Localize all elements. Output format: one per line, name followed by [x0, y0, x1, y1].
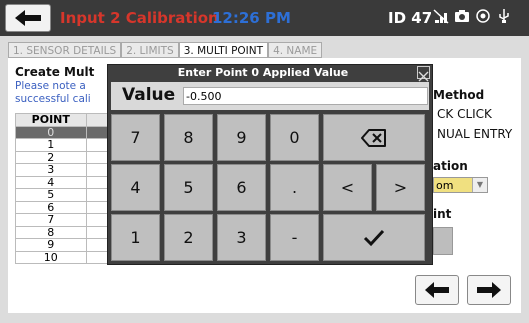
- point-cell: 2: [15, 150, 87, 164]
- key-8[interactable]: 8: [164, 114, 213, 161]
- point-cell: 7: [15, 213, 87, 227]
- tab-bar: 1. SENSOR DETAILS 2. LIMITS 3. MULTI POI…: [8, 42, 323, 58]
- key-2[interactable]: 2: [164, 214, 213, 261]
- note-line-1: Please note a: [15, 80, 86, 92]
- top-bar: Input 2 Calibration 12:26 PM ID 47: [0, 0, 529, 36]
- arrow-left-icon: [425, 282, 449, 298]
- dialog-title: Enter Point 0 Applied Value: [177, 66, 349, 79]
- point-cell: 1: [15, 138, 87, 152]
- key-3[interactable]: 3: [217, 214, 266, 261]
- confirm-button[interactable]: [323, 214, 425, 261]
- key-1[interactable]: 1: [111, 214, 160, 261]
- key-6[interactable]: 6: [217, 164, 266, 211]
- page-title: Input 2 Calibration: [60, 9, 219, 27]
- point-cell: 0: [15, 125, 87, 139]
- status-icons: [433, 8, 512, 24]
- grey-button[interactable]: [433, 227, 453, 255]
- next-button[interactable]: [467, 275, 511, 305]
- checkmark-icon: [363, 229, 385, 246]
- gps-icon: [476, 9, 490, 23]
- point-column-header: POINT: [15, 113, 87, 127]
- wifi-off-icon: [433, 9, 449, 24]
- arrow-right-icon: [477, 282, 501, 298]
- key-0[interactable]: 0: [270, 114, 319, 161]
- point-label: int: [433, 207, 452, 221]
- key-7[interactable]: 7: [111, 114, 160, 161]
- screen: Input 2 Calibration 12:26 PM ID 47 1. SE…: [0, 0, 529, 323]
- quick-click-option[interactable]: CK CLICK: [437, 107, 492, 121]
- key-cursor-right[interactable]: >: [376, 164, 425, 211]
- key-9[interactable]: 9: [217, 114, 266, 161]
- arrow-left-icon: [15, 10, 41, 26]
- manual-entry-option[interactable]: NUAL ENTRY: [437, 127, 512, 141]
- tab-limits[interactable]: 2. LIMITS: [121, 42, 179, 58]
- point-cell: 4: [15, 175, 87, 189]
- point-cell: 3: [15, 163, 87, 177]
- usb-icon: [499, 9, 509, 23]
- camera-icon: [455, 10, 469, 22]
- chevron-down-icon: ▼: [472, 178, 487, 192]
- back-button[interactable]: [5, 4, 51, 32]
- backspace-button[interactable]: [323, 114, 425, 161]
- point-cell: 6: [15, 200, 87, 214]
- close-button[interactable]: [417, 66, 430, 82]
- point-cell: 5: [15, 188, 87, 202]
- section-title: Create Mult: [15, 65, 95, 79]
- previous-button[interactable]: [415, 275, 459, 305]
- section-note: Please note a successful cali: [15, 80, 105, 106]
- point-cell: 10: [15, 250, 87, 264]
- unit-select[interactable]: om ▼: [433, 177, 488, 193]
- method-label: Method: [433, 88, 485, 102]
- device-id: ID 47: [388, 9, 433, 27]
- point-cell: 8: [15, 225, 87, 239]
- tab-sensor-details[interactable]: 1. SENSOR DETAILS: [8, 42, 122, 58]
- clock: 12:26 PM: [212, 9, 291, 27]
- tab-multi-point[interactable]: 3. MULTI POINT: [178, 42, 269, 58]
- tab-name[interactable]: 4. NAME: [268, 42, 323, 58]
- value-label: Value: [122, 85, 176, 105]
- backspace-icon: [361, 128, 386, 147]
- unit-label: ation: [433, 159, 468, 173]
- value-entry-dialog: Enter Point 0 Applied Value Value -0.500…: [107, 64, 433, 265]
- unit-select-value: om: [436, 179, 454, 192]
- value-input[interactable]: -0.500: [183, 87, 428, 105]
- close-icon: [418, 71, 429, 82]
- key-minus[interactable]: -: [270, 214, 319, 261]
- key-4[interactable]: 4: [111, 164, 160, 211]
- key-decimal[interactable]: .: [270, 164, 319, 211]
- key-cursor-left[interactable]: <: [323, 164, 372, 211]
- note-line-2: successful cali: [15, 93, 91, 105]
- key-5[interactable]: 5: [164, 164, 213, 211]
- point-cell: 9: [15, 238, 87, 252]
